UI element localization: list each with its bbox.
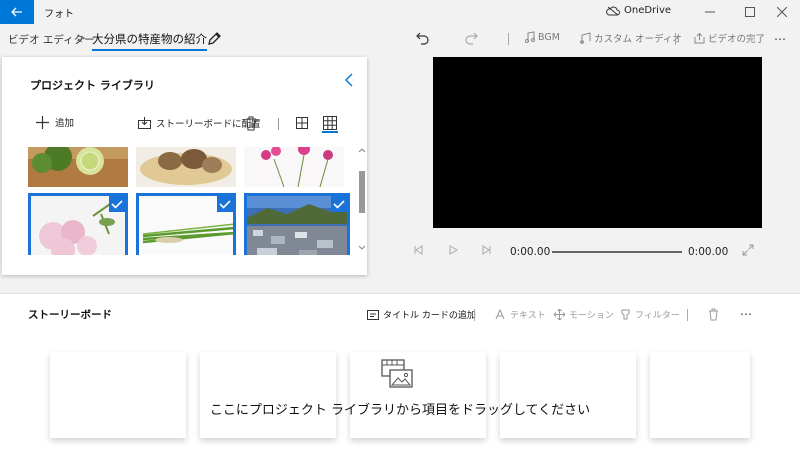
bgm-button[interactable]: BGM [525,31,560,43]
checkmark-icon [219,200,231,209]
more-options-button[interactable]: … [774,29,786,43]
expand-icon[interactable] [742,244,754,256]
storyboard-divider [474,309,475,321]
text-icon [495,309,505,320]
storyboard-trash-icon[interactable] [708,308,719,321]
maximize-button[interactable] [732,0,768,24]
library-item-kabosu[interactable] [28,147,128,187]
project-title[interactable]: 大分県の特産物の紹介 [92,31,207,51]
trash-icon[interactable] [244,115,258,131]
selection-checkbox[interactable] [109,196,125,212]
minimize-icon [705,11,715,13]
library-item-town-view[interactable] [244,193,350,255]
library-grid [28,147,352,255]
library-scrollbar[interactable] [358,147,366,255]
scroll-up-icon[interactable] [358,147,366,153]
motion-button[interactable]: モーション [554,308,614,321]
project-library-panel: プロジェクト ライブラリ 追加 ストーリーボードに配置 [2,57,367,275]
add-media-button[interactable]: 追加 [36,115,74,129]
command-bar: ビデオ エディター > 大分県の特産物の紹介 BGM カスタム オーディオ ビデ… [0,24,800,54]
selection-checkbox[interactable] [217,196,233,212]
add-media-label: 追加 [55,118,75,129]
storyboard-slot[interactable] [350,352,486,438]
library-toolbar-divider [278,118,279,130]
filter-icon [621,309,630,320]
filter-button[interactable]: フィルター [620,308,680,321]
custom-audio-button[interactable]: カスタム オーディオ [580,31,682,45]
storyboard-empty-message: ここにプロジェクト ライブラリから項目をドラッグしてください [209,403,591,418]
add-title-card-button[interactable]: タイトル カードの追加 [367,308,476,321]
filter-label: フィルター [635,311,680,321]
seek-bar[interactable] [552,251,682,253]
close-button[interactable] [764,0,800,24]
play-icon[interactable] [448,245,458,255]
current-time: 0:00.00 [510,246,551,258]
redo-icon[interactable] [464,32,478,45]
custom-audio-label: カスタム オーディオ [594,34,682,45]
chevron-left-icon[interactable] [345,73,353,87]
undo-icon[interactable] [416,32,430,45]
pencil-icon[interactable] [206,29,222,47]
grid-large-view-button[interactable] [322,115,338,133]
grid-large-icon [323,116,337,130]
scroll-thumb[interactable] [359,171,365,213]
library-item-pink-flowers[interactable] [244,147,344,187]
selection-checkbox[interactable] [331,196,347,212]
title-bar: フォト OneDrive [0,0,800,24]
next-frame-icon[interactable] [482,245,492,255]
checkmark-icon [333,200,345,209]
back-button[interactable] [0,0,34,24]
pink-flowers-image [244,147,344,187]
motion-label: モーション [569,311,614,321]
shiitake-image [136,147,236,187]
storyboard-more-button[interactable]: … [740,304,752,318]
place-in-storyboard-button[interactable]: ストーリーボードに配置 [138,116,261,130]
cloud-off-icon [606,6,620,15]
minimize-button[interactable] [692,0,728,24]
share-icon [694,32,705,43]
toolbar-divider [675,33,676,45]
title-card-icon [367,309,379,320]
audio-icon [580,32,591,44]
kabosu-image [28,147,128,187]
storyboard-slot[interactable] [650,352,750,438]
storyboard-title: ストーリーボード [28,309,112,321]
video-preview[interactable] [433,57,762,228]
checkmark-icon [111,200,123,209]
total-time: 0:00.00 [688,246,729,258]
media-drop-icon [381,359,413,388]
storyboard-divider [687,309,688,321]
add-title-card-label: タイトル カードの追加 [383,311,476,321]
bgm-label: BGM [538,31,560,43]
finish-video-label: ビデオの完了 [708,34,766,45]
app-title: フォト [44,9,74,20]
close-icon [777,7,787,17]
text-label: テキスト [510,311,546,321]
storyboard-place-icon [138,117,151,129]
finish-video-button[interactable]: ビデオの完了 [694,31,765,45]
maximize-icon [745,7,755,17]
onedrive-label: OneDrive [624,5,672,16]
toolbar-divider [508,33,509,45]
previous-frame-icon[interactable] [413,245,423,255]
library-title: プロジェクト ライブラリ [30,79,155,92]
arrow-left-icon [11,7,22,17]
plus-icon [36,115,49,129]
scroll-down-icon[interactable] [358,245,366,251]
library-item-leeks[interactable] [136,193,236,255]
breadcrumb-separator: > [76,31,87,45]
library-item-shiitake[interactable] [136,147,236,187]
library-item-lisianthus[interactable] [28,193,128,255]
motion-icon [554,309,565,320]
storyboard-slot[interactable] [50,352,186,438]
text-button[interactable]: テキスト [495,308,546,321]
grid-small-icon[interactable] [296,117,308,129]
storyboard-slot[interactable] [200,352,336,438]
music-note-icon [525,31,535,43]
storyboard-slot[interactable] [500,352,636,438]
onedrive-status[interactable]: OneDrive [606,5,671,16]
